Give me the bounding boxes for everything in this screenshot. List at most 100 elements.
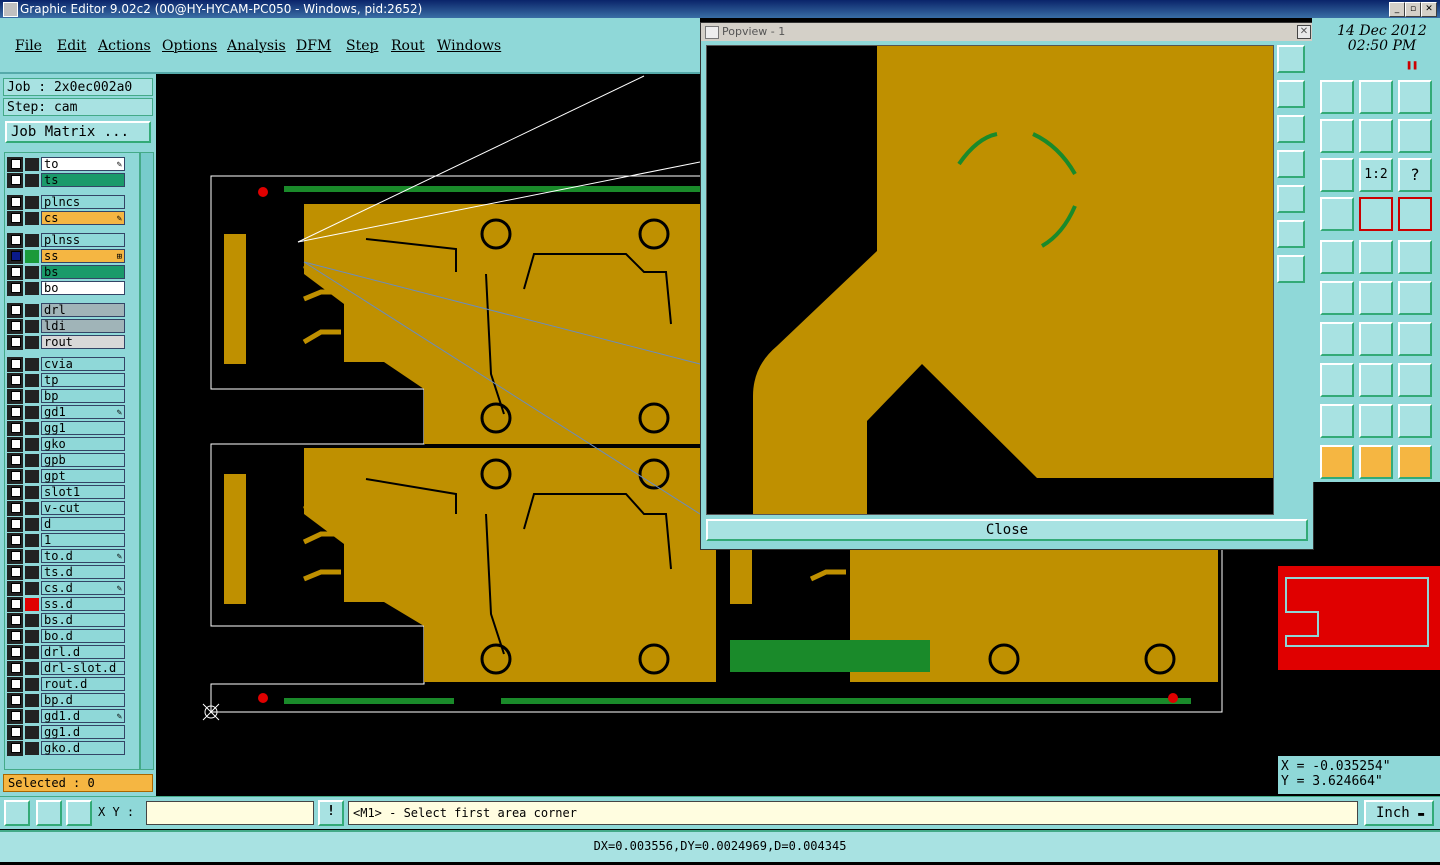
cross-icon[interactable] [1320,281,1354,315]
layer-checkbox[interactable] [11,305,21,315]
menu-rout[interactable]: Rout [391,38,425,54]
layer-name[interactable]: drl-slot.d [41,661,125,675]
layer-color-swatch[interactable] [25,598,39,611]
layer-color-swatch[interactable] [25,358,39,371]
net-icon[interactable] [1320,197,1354,231]
layer-row-to[interactable]: to ✎ [7,157,127,172]
layer-row-tp[interactable]: tp [7,373,127,388]
popview-close-icon[interactable]: ✕ [1297,25,1311,39]
layer-name[interactable]: ldi [41,319,125,333]
layer-checkbox[interactable] [11,647,21,657]
layer-color-swatch[interactable] [25,486,39,499]
layer-name[interactable]: gg1 [41,421,125,435]
popview-close-button[interactable]: Close [706,519,1308,541]
layer-row-rout[interactable]: rout [7,335,127,350]
layer-name[interactable]: gko [41,437,125,451]
close-window-button[interactable]: ✕ [1421,2,1437,17]
layer-checkbox[interactable] [11,407,21,417]
layer-color-swatch[interactable] [25,694,39,707]
xy-input[interactable] [146,801,314,825]
grid-icon[interactable] [66,800,92,826]
layer-checkbox[interactable] [11,235,21,245]
pad-icon[interactable] [1398,240,1432,274]
redraw-icon[interactable] [1398,119,1432,153]
layer-color-swatch[interactable] [25,630,39,643]
layer-row-gg1.d[interactable]: gg1.d [7,725,127,740]
popview-tool-icon-1[interactable] [1277,45,1305,73]
pan-icon[interactable] [1320,119,1354,153]
layer-checkbox[interactable] [11,743,21,753]
layer-row-gg1[interactable]: gg1 [7,421,127,436]
snap-icon[interactable] [4,800,30,826]
layer-checkbox[interactable] [11,727,21,737]
layer-row-plncs[interactable]: plncs [7,195,127,210]
layer-row-bp[interactable]: bp [7,389,127,404]
menu-dfm[interactable]: DFM [296,38,331,54]
layer-name[interactable]: bp.d [41,693,125,707]
layer-name[interactable]: gpt [41,469,125,483]
layer-row-1[interactable]: 1 [7,533,127,548]
layer-color-swatch[interactable] [25,158,39,171]
layer-color-swatch[interactable] [25,534,39,547]
layer-color-swatch[interactable] [25,266,39,279]
text-edit-icon[interactable] [1398,404,1432,438]
layer-color-swatch[interactable] [25,196,39,209]
layer-color-swatch[interactable] [25,742,39,755]
layer-name[interactable]: drl [41,303,125,317]
layer-row-gko.d[interactable]: gko.d [7,741,127,756]
layer-color-swatch[interactable] [25,174,39,187]
layer-name[interactable]: ss ⊞ [41,249,125,263]
shapes-icon[interactable] [1398,363,1432,397]
layer-checkbox[interactable] [11,695,21,705]
layer-color-swatch[interactable] [25,726,39,739]
move-icon[interactable] [1359,363,1393,397]
menu-actions[interactable]: Actions [98,38,151,54]
popview-tool-icon-2[interactable] [1277,80,1305,108]
layer-row-gpt[interactable]: gpt [7,469,127,484]
fit-icon[interactable] [1320,158,1354,192]
layer-row-cs.d[interactable]: cs.d ✎ [7,581,127,596]
layer-color-swatch[interactable] [25,502,39,515]
layer-row-ss[interactable]: ss ⊞ [7,249,127,264]
arc-icon[interactable] [1359,322,1393,356]
layer-checkbox[interactable] [11,631,21,641]
layer-checkbox[interactable] [11,503,21,513]
popview-tool-icon-7[interactable] [1277,255,1305,283]
layer-row-ts.d[interactable]: ts.d [7,565,127,580]
layer-checkbox[interactable] [11,359,21,369]
maximize-button[interactable]: ▫ [1405,2,1421,17]
layer-color-swatch[interactable] [25,550,39,563]
popview-tool-icon-3[interactable] [1277,115,1305,143]
layer-row-ss.d[interactable]: ss.d [7,597,127,612]
line-icon[interactable] [1320,322,1354,356]
layer-checkbox[interactable] [11,679,21,689]
warning-icon[interactable]: ! [318,800,344,826]
layer-row-bo.d[interactable]: bo.d [7,629,127,644]
layer-name[interactable]: ts [41,173,125,187]
layer-checkbox[interactable] [11,175,21,185]
layer-checkbox[interactable] [11,251,21,261]
component-icon[interactable] [1359,197,1393,231]
layer-name[interactable]: cs ✎ [41,211,125,225]
layer-row-rout.d[interactable]: rout.d [7,677,127,692]
layer-name[interactable]: tp [41,373,125,387]
layer-row-gpb[interactable]: gpb [7,453,127,468]
layer-name[interactable]: bo.d [41,629,125,643]
layer-name[interactable]: plncs [41,195,125,209]
layer-name[interactable]: bs [41,265,125,279]
layer-color-swatch[interactable] [25,646,39,659]
layer-name[interactable]: bs.d [41,613,125,627]
layer-name[interactable]: gko.d [41,741,125,755]
layer-color-swatch[interactable] [25,662,39,675]
menu-edit[interactable]: Edit [57,38,86,54]
text-icon[interactable] [1320,404,1354,438]
menu-file[interactable]: File [15,38,42,54]
menu-analysis[interactable]: Analysis [227,38,286,54]
measure-icon[interactable] [1320,240,1354,274]
layer-list-scrollbar[interactable] [140,152,154,770]
layer-checkbox[interactable] [11,321,21,331]
layer-color-swatch[interactable] [25,250,39,263]
layer-checkbox[interactable] [11,711,21,721]
layer-checkbox[interactable] [11,519,21,529]
layer-checkbox[interactable] [11,455,21,465]
